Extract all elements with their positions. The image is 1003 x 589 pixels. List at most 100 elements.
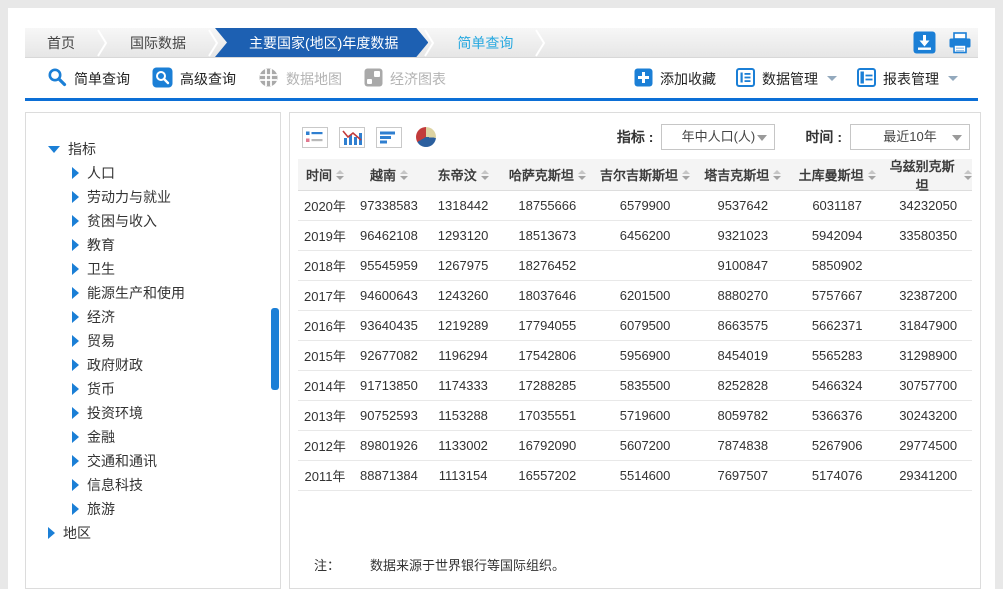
value-cell: 17035551	[500, 408, 594, 423]
simple-query-label: 简单查询	[74, 69, 130, 89]
value-cell: 6456200	[595, 228, 696, 243]
expand-icon	[72, 455, 79, 467]
value-cell: 1318442	[426, 198, 500, 213]
value-cell: 17288285	[500, 378, 594, 393]
value-cell: 89801926	[352, 438, 426, 453]
value-cell: 5835500	[595, 378, 696, 393]
panel-head: 指标 : 年中人口(人) 时间 : 最近10年	[290, 113, 980, 153]
column-header-东帝汶[interactable]: 东帝汶	[426, 165, 500, 184]
data-manage-button[interactable]: 数据管理	[736, 68, 837, 90]
value-cell: 16792090	[500, 438, 594, 453]
collapse-icon	[48, 146, 60, 153]
advanced-query-button[interactable]: 高级查询	[152, 67, 236, 91]
table-view-icon[interactable]	[302, 127, 328, 148]
add-favorite-button[interactable]: 添加收藏	[634, 68, 716, 90]
tree-root-indicator[interactable]: 指标	[26, 137, 280, 161]
econ-charts-button[interactable]: 经济图表	[364, 68, 446, 90]
econ-charts-label: 经济图表	[390, 69, 446, 89]
tree-item-卫生[interactable]: 卫生	[26, 257, 280, 281]
breadcrumb-separator-icon	[97, 28, 108, 57]
value-cell: 16557202	[500, 468, 594, 483]
tree-item-label: 信息科技	[87, 475, 143, 495]
footnote-label: 注：	[314, 555, 340, 574]
tree-item-人口[interactable]: 人口	[26, 161, 280, 185]
breadcrumb-tab-1[interactable]: 首页	[25, 28, 97, 57]
tree-item-投资环境[interactable]: 投资环境	[26, 401, 280, 425]
indicator-select[interactable]: 年中人口(人)	[661, 124, 775, 150]
value-cell: 92677082	[352, 348, 426, 363]
pie-chart-view-icon[interactable]	[413, 127, 439, 148]
value-cell: 96462108	[352, 228, 426, 243]
tree-root-region[interactable]: 地区	[26, 521, 280, 545]
document-list-icon	[736, 68, 755, 90]
value-cell: 30757700	[884, 378, 972, 393]
breadcrumb-tab-2[interactable]: 国际数据	[108, 28, 208, 57]
tree-item-label: 卫生	[87, 259, 115, 279]
value-cell: 91713850	[352, 378, 426, 393]
column-header-吉尔吉斯斯坦[interactable]: 吉尔吉斯斯坦	[595, 165, 696, 184]
expand-icon	[72, 503, 79, 515]
value-cell: 7697507	[696, 468, 790, 483]
value-cell: 9321023	[696, 228, 790, 243]
tree-item-能源生产和使用[interactable]: 能源生产和使用	[26, 281, 280, 305]
printer-icon[interactable]	[948, 32, 972, 54]
horizontal-bar-view-icon[interactable]	[376, 127, 402, 148]
time-select-value: 最近10年	[883, 129, 936, 144]
tree-root-indicator-label: 指标	[68, 139, 96, 159]
year-cell: 2012年	[298, 436, 352, 455]
simple-query-button[interactable]: 简单查询	[47, 67, 130, 90]
tree-item-贸易[interactable]: 贸易	[26, 329, 280, 353]
tree-item-label: 交通和通讯	[87, 451, 157, 471]
breadcrumb-tab-3[interactable]: 主要国家(地区)年度数据	[215, 28, 428, 57]
column-header-哈萨克斯坦[interactable]: 哈萨克斯坦	[500, 165, 594, 184]
value-cell: 29774500	[884, 438, 972, 453]
value-cell: 17542806	[500, 348, 594, 363]
value-cell: 30243200	[884, 408, 972, 423]
report-manage-button[interactable]: 报表管理	[857, 68, 958, 90]
tree-item-政府财政[interactable]: 政府财政	[26, 353, 280, 377]
column-header-时间[interactable]: 时间	[298, 165, 352, 184]
tree-item-贫困与收入[interactable]: 贫困与收入	[26, 209, 280, 233]
download-icon[interactable]	[913, 31, 936, 54]
tree-item-教育[interactable]: 教育	[26, 233, 280, 257]
year-cell: 2011年	[298, 466, 352, 485]
tree-item-货币[interactable]: 货币	[26, 377, 280, 401]
data-table: 时间越南东帝汶哈萨克斯坦吉尔吉斯斯坦塔吉克斯坦土库曼斯坦乌兹别克斯坦 2020年…	[298, 159, 972, 491]
tree-item-label: 旅游	[87, 499, 115, 519]
breadcrumb-tab-4[interactable]: 简单查询	[435, 28, 535, 57]
column-header-土库曼斯坦[interactable]: 土库曼斯坦	[790, 165, 884, 184]
tree-item-金融[interactable]: 金融	[26, 425, 280, 449]
chevron-down-icon	[757, 135, 767, 141]
indicator-children: 人口劳动力与就业贫困与收入教育卫生能源生产和使用经济贸易政府财政货币投资环境金融…	[26, 161, 280, 521]
value-cell: 6079500	[595, 318, 696, 333]
table-row: 2014年91713850117433317288285583550082528…	[298, 371, 972, 401]
column-header-塔吉克斯坦[interactable]: 塔吉克斯坦	[696, 165, 790, 184]
column-header-越南[interactable]: 越南	[352, 165, 426, 184]
plus-icon	[634, 68, 653, 90]
column-header-label: 土库曼斯坦	[799, 165, 864, 184]
tree-item-经济[interactable]: 经济	[26, 305, 280, 329]
bar-chart-view-icon[interactable]	[339, 127, 365, 148]
advanced-query-label: 高级查询	[180, 69, 236, 89]
tree-item-信息科技[interactable]: 信息科技	[26, 473, 280, 497]
year-cell: 2014年	[298, 376, 352, 395]
data-map-button[interactable]: 数据地图	[258, 67, 342, 91]
year-cell: 2017年	[298, 286, 352, 305]
value-cell: 6579900	[595, 198, 696, 213]
tree-item-label: 贫困与收入	[87, 211, 157, 231]
expand-icon	[72, 335, 79, 347]
tree-item-label: 人口	[87, 163, 115, 183]
tree: 指标 人口劳动力与就业贫困与收入教育卫生能源生产和使用经济贸易政府财政货币投资环…	[26, 113, 280, 545]
tree-item-label: 能源生产和使用	[87, 283, 185, 303]
time-select[interactable]: 最近10年	[850, 124, 970, 150]
tree-item-劳动力与就业[interactable]: 劳动力与就业	[26, 185, 280, 209]
column-header-label: 吉尔吉斯斯坦	[600, 165, 678, 184]
footnote-text: 数据来源于世界银行等国际组织。	[370, 555, 565, 574]
tree-item-旅游[interactable]: 旅游	[26, 497, 280, 521]
table-row: 2019年96462108129312018513673645620093210…	[298, 221, 972, 251]
tree-item-交通和通讯[interactable]: 交通和通讯	[26, 449, 280, 473]
column-header-乌兹别克斯坦[interactable]: 乌兹别克斯坦	[884, 156, 972, 194]
sidebar-scrollbar-thumb[interactable]	[271, 308, 279, 390]
table-row: 2012年89801926113300216792090560720078748…	[298, 431, 972, 461]
search-box-icon	[152, 67, 173, 91]
